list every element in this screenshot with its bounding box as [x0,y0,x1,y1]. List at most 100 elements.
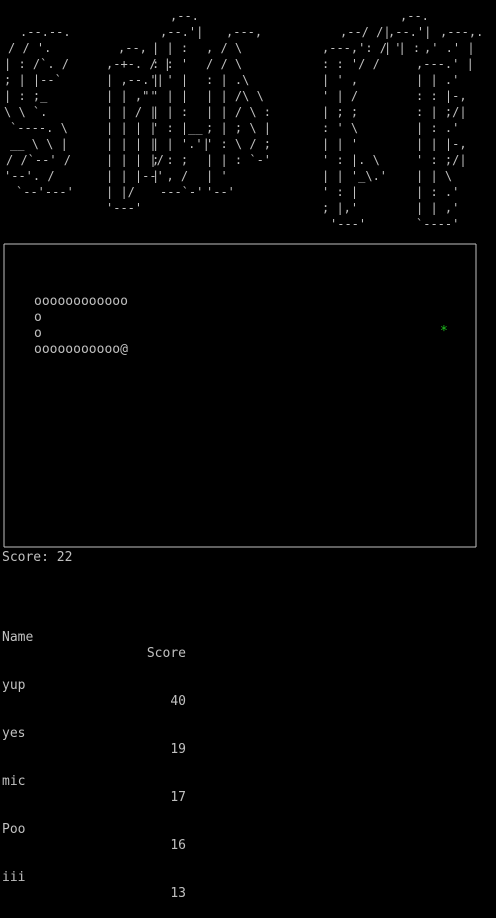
svg-text:| | :: | | : [384,41,420,55]
svg-text:' : |: ' : | [322,185,358,199]
svg-text:| | :: | | : [152,105,188,119]
svg-text:| | '.'|: | | '.'| [152,137,210,151]
svg-text:/ / \: / / \ [206,57,242,71]
svg-text:' : |__: ' : |__ [152,121,203,135]
svg-text:| , /: | , / [152,169,188,183]
board-border [3,243,477,548]
svg-text:/ /`--' /: / /`--' / [6,153,71,167]
svg-text:: : '/ /: : : '/ / [322,57,380,71]
svg-text:| | ,"': | | ,"' [106,89,157,103]
highscore-score: 13 [170,886,186,901]
highscore-name: Poo [2,822,26,837]
highscore-name: iii [2,870,26,885]
score-value: 22 [56,550,73,565]
svg-text:; : ;: ; : ; [152,153,188,167]
svg-text:,--/ /|: ,--/ /| [340,25,391,39]
svg-text:,--.: ,--. [400,9,429,23]
current-score: Score: 22 [2,550,72,566]
svg-text:'--': '--' [206,185,235,199]
svg-text:| ' |: | ' | [152,73,188,87]
svg-text:| | '_\.': | | '_\.' [322,169,387,183]
svg-text:| | | |: | | | | [106,121,157,135]
highscore-score: 19 [170,742,186,757]
svg-text:'---': '---' [106,201,142,215]
svg-text:| | / |: | | / | [106,105,157,119]
svg-text:: | ;/|: : | ;/| [416,105,467,119]
svg-text:| | ': | | ' [322,137,358,151]
highscore-row: yes 19 [2,710,202,757]
svg-text:' : |. \: ' : |. \ [322,153,380,167]
svg-text:| | \: | | \ [416,169,452,183]
svg-text:/ / '.: / / '. [8,41,51,55]
highscore-name: yes [2,726,26,741]
svg-text:,---.' |: ,---.' | [416,57,474,71]
column-header-score: Score [146,646,186,661]
svg-text:' | /: ' | / [322,89,358,103]
highscore-score: 17 [170,790,186,805]
highscore-row: mic 17 [2,758,202,805]
svg-text:| |/: | |/ [106,185,135,199]
snake-body-row: oooooooooooo [34,294,128,309]
highscore-score: 16 [170,838,186,853]
svg-text:| | .': | | .' [416,73,459,87]
svg-text:,--.'|: ,--.'| [160,25,203,39]
svg-text:| | / \ :: | | / \ : [206,105,271,119]
svg-text:`----. \: `----. \ [10,121,68,135]
svg-text:,---,: ,---, [226,25,262,39]
svg-text:,--,: ,--, [118,41,147,55]
svg-text:,--.: ,--. [170,9,199,23]
highscore-header: Name Score [2,614,202,661]
snake-body-row: o [34,326,42,341]
highscore-name: yup [2,678,26,693]
svg-text:| | ,': | | ,' [416,201,459,215]
score-label: Score: [2,550,49,565]
highscore-row: iii 13 [2,854,202,901]
svg-text:`--'---': `--'---' [16,185,74,199]
highscore-row: yup 40 [2,662,202,709]
svg-text:,' .' |: ,' .' | [424,41,475,55]
column-header-name: Name [2,630,34,645]
svg-text:| | :: | | : [152,41,188,55]
svg-text:| : /`. /: | : /`. / [4,57,69,71]
svg-text:\ \ `.: \ \ `. [4,105,47,119]
svg-text:| ': | ' [206,169,228,183]
svg-text:: ' \: : ' \ [322,121,358,135]
svg-text:__ \ \ |: __ \ \ | [10,137,68,151]
highscore-table: Name Score yup 40 yes 19 mic 17 Poo 16 i… [2,582,202,901]
svg-text:; |,': ; |,' [322,201,358,215]
svg-text:: : |-,: : : |-, [416,89,467,103]
svg-text:`----': `----' [416,217,459,230]
highscore-name: mic [2,774,26,789]
svg-text:| | |-,: | | |-, [416,137,467,151]
svg-text:.--.--.: .--.--. [20,25,71,39]
svg-text:| | : `-': | | : `-' [206,153,271,167]
ascii-logo-banner: .--.--. / / '. | : /`. / ; | |--` | : ;_… [0,0,496,230]
svg-text:: : ': : : ' [152,57,188,71]
svg-text:; | ; \ |: ; | ; \ | [206,121,271,135]
svg-text:'--'. /: '--'. / [4,169,55,183]
svg-text:' : ;/|: ' : ;/| [416,153,467,167]
svg-text:| : ;_: | : ;_ [4,89,48,103]
svg-text:; | |--`: ; | |--` [4,73,62,87]
svg-text:| | | |: | | | | [106,137,157,151]
svg-text:' | |: ' | | [152,89,188,103]
food-pellet: * [440,324,448,339]
highscore-score: 40 [170,694,186,709]
svg-text:---`-': ---`-' [160,185,203,199]
svg-text:'---': '---' [330,217,366,230]
svg-text:,--.'|: ,--.'| [388,25,431,39]
svg-text:, / \: , / \ [206,41,242,55]
svg-text:| : .': | : .' [416,121,459,135]
highscore-row: Poo 16 [2,806,202,853]
svg-text:' : \ / ;: ' : \ / ; [206,137,271,151]
svg-text:| : .': | : .' [416,185,459,199]
svg-text:,---,.: ,---,. [440,25,483,39]
svg-text:| ' ,: | ' , [322,73,358,87]
svg-text:| ; ;: | ; ; [322,105,358,119]
snake-head-row: ooooooooooo@ [34,342,128,357]
svg-text:| | /\ \: | | /\ \ [206,89,264,103]
game-board: oooooooooooo o o ooooooooooo@ * [2,242,478,549]
svg-text:: | .\: : | .\ [206,73,249,87]
snake-body-row: o [34,310,42,325]
ascii-logo-art: .--.--. / / '. | : /`. / ; | |--` | : ;_… [4,9,483,230]
